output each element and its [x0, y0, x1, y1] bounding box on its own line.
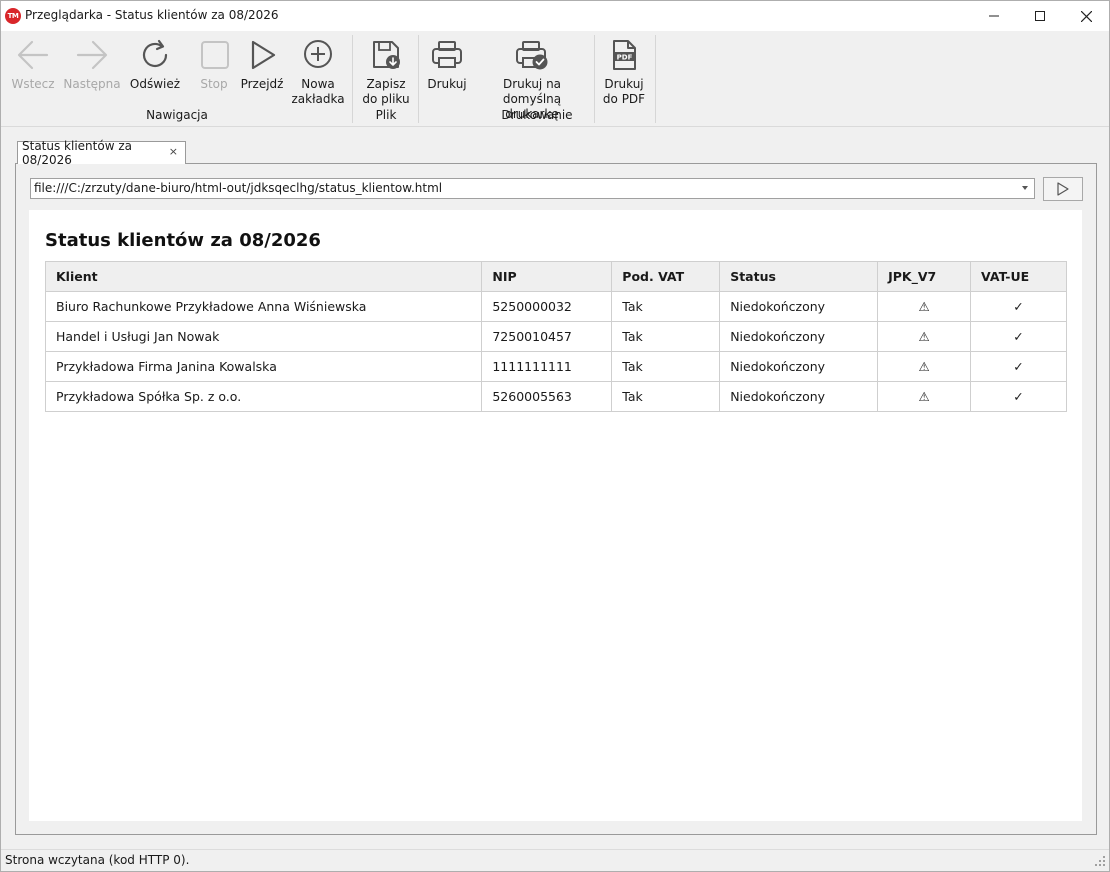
column-header-vat: Pod. VAT [611, 261, 721, 292]
cell-client: Biuro Rachunkowe Przykładowe Anna Wiśnie… [44, 291, 483, 322]
browser-window: TM Przeglądarka - Status klientów za 08/… [0, 0, 1110, 872]
cell-client: Przykładowa Firma Janina Kowalska [44, 351, 483, 382]
new-tab-label-line2: zakładka [291, 92, 345, 106]
stop-button[interactable]: Stop [194, 35, 234, 92]
minimize-icon [989, 15, 999, 17]
tab-close-icon[interactable]: × [169, 145, 178, 158]
stop-icon [194, 35, 234, 75]
column-header-status: Status [719, 261, 879, 292]
navigate-go-button[interactable] [1043, 177, 1083, 201]
web-page-content: Status klientów za 08/2026 Klient NIP Po… [29, 210, 1082, 821]
new-tab-label-line1: Nowa [301, 77, 335, 91]
address-input[interactable]: file:///C:/zrzuty/dane-biuro/html-out/jd… [30, 178, 1035, 199]
printer-check-icon [512, 35, 552, 75]
close-window-button[interactable] [1063, 1, 1109, 31]
save-label-line2: do pliku [362, 92, 410, 106]
back-button[interactable]: Wstecz [11, 35, 55, 92]
save-disk-icon [366, 35, 406, 75]
chevron-down-icon[interactable] [1022, 186, 1028, 190]
forward-label: Następna [63, 77, 121, 91]
table-row: Przykładowa Firma Janina Kowalska 111111… [44, 351, 1067, 382]
cell-vat: Tak [611, 291, 721, 322]
arrow-right-icon [72, 35, 112, 75]
client-status-table: Klient NIP Pod. VAT Status JPK_V7 VAT-UE… [44, 261, 1067, 412]
page-title: Status klientów za 08/2026 [45, 230, 321, 251]
refresh-label: Odśwież [129, 77, 181, 91]
maximize-icon [1035, 11, 1045, 21]
tab-label: Status klientów za 08/2026 [22, 139, 132, 167]
maximize-button[interactable] [1017, 1, 1063, 31]
forward-button[interactable]: Następna [63, 35, 121, 92]
group-separator [655, 35, 656, 123]
refresh-icon [135, 35, 175, 75]
cell-status: Niedokończony [719, 351, 879, 382]
cell-nip: 5250000032 [481, 291, 613, 322]
print-group-label: Drukowanie [501, 108, 573, 122]
print-to-pdf-button[interactable]: PDF Drukuj do PDF [601, 35, 647, 107]
cell-vat: Tak [611, 321, 721, 352]
printer-icon [427, 35, 467, 75]
tab-status-klientow[interactable]: Status klientów za 08/2026 × [17, 139, 186, 167]
arrow-left-icon [13, 35, 53, 75]
print-default-label-line1: Drukuj na [502, 77, 562, 91]
minimize-button[interactable] [971, 1, 1017, 31]
column-header-vatue: VAT-UE [970, 261, 1067, 292]
column-header-client: Klient [44, 261, 483, 292]
print-label: Drukuj [427, 77, 467, 91]
print-pdf-label-line2: do PDF [602, 92, 646, 106]
cell-status: Niedokończony [719, 291, 879, 322]
navigation-group-label: Nawigacja [146, 108, 208, 122]
cell-status: Niedokończony [719, 381, 879, 412]
back-label: Wstecz [11, 77, 55, 91]
app-logo-icon: TM [5, 8, 21, 24]
warning-icon: ⚠ [877, 351, 972, 382]
cell-nip: 5260005563 [481, 381, 613, 412]
group-separator [418, 35, 419, 123]
warning-icon: ⚠ [877, 291, 972, 322]
save-to-file-button[interactable]: Zapisz do pliku [361, 35, 411, 107]
window-title: Przeglądarka - Status klientów za 08/202… [25, 8, 279, 22]
save-label-line1: Zapisz [366, 77, 406, 91]
go-label: Przejdź [240, 77, 284, 91]
warning-icon: ⚠ [877, 381, 972, 412]
cell-client: Przykładowa Spółka Sp. z o.o. [44, 381, 483, 412]
cell-nip: 7250010457 [481, 321, 613, 352]
cell-nip: 1111111111 [481, 351, 613, 382]
group-separator [352, 35, 353, 123]
warning-icon: ⚠ [877, 321, 972, 352]
column-header-jpk: JPK_V7 [877, 261, 972, 292]
print-pdf-label-line1: Drukuj [604, 77, 644, 91]
column-header-nip: NIP [481, 261, 613, 292]
cell-client: Handel i Usługi Jan Nowak [44, 321, 483, 352]
checkmark-icon: ✓ [970, 351, 1067, 382]
file-group-label: Plik [375, 108, 397, 122]
play-icon [1057, 182, 1069, 196]
address-url: file:///C:/zrzuty/dane-biuro/html-out/jd… [34, 181, 443, 195]
close-icon [1080, 10, 1092, 22]
status-text: Strona wczytana (kod HTTP 0). [5, 853, 190, 867]
cell-status: Niedokończony [719, 321, 879, 352]
go-button[interactable]: Przejdź [241, 35, 283, 92]
status-bar: Strona wczytana (kod HTTP 0). [1, 849, 1109, 871]
pdf-icon-text: PDF [617, 54, 633, 62]
refresh-button[interactable]: Odśwież [129, 35, 181, 92]
table-row: Handel i Usługi Jan Nowak 7250010457 Tak… [44, 321, 1067, 352]
plus-circle-icon [298, 35, 338, 75]
cell-vat: Tak [611, 381, 721, 412]
table-row: Przykładowa Spółka Sp. z o.o. 5260005563… [44, 381, 1067, 412]
print-button[interactable]: Drukuj [425, 35, 469, 92]
play-icon [242, 35, 282, 75]
new-tab-button[interactable]: Nowa zakładka [291, 35, 345, 107]
table-row: Biuro Rachunkowe Przykładowe Anna Wiśnie… [44, 291, 1067, 322]
title-bar: TM Przeglądarka - Status klientów za 08/… [1, 1, 1109, 31]
resize-grip-icon[interactable] [1095, 856, 1105, 866]
ribbon-toolbar: Wstecz Następna Odśwież Stop Przejdź Now… [1, 31, 1109, 127]
table-header-row: Klient NIP Pod. VAT Status JPK_V7 VAT-UE [44, 261, 1067, 292]
cell-vat: Tak [611, 351, 721, 382]
stop-label: Stop [200, 77, 228, 91]
checkmark-icon: ✓ [970, 381, 1067, 412]
pdf-file-icon: PDF [604, 35, 644, 75]
checkmark-icon: ✓ [970, 291, 1067, 322]
checkmark-icon: ✓ [970, 321, 1067, 352]
